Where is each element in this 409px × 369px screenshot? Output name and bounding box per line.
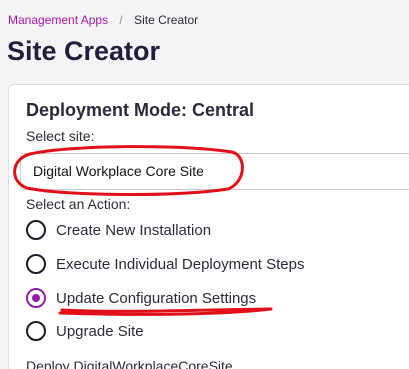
select-action-label: Select an Action: bbox=[26, 196, 131, 212]
radio-button[interactable] bbox=[26, 321, 46, 341]
action-option-upgrade-site[interactable]: Upgrade Site bbox=[26, 321, 144, 341]
deploy-site-text: Deploy DigitalWorkplaceCoreSite bbox=[26, 358, 233, 369]
page-title: Site Creator bbox=[7, 36, 161, 66]
site-select[interactable]: Digital Workplace Core Site bbox=[20, 153, 409, 190]
action-option-label: Update Configuration Settings bbox=[56, 289, 257, 307]
radio-button[interactable] bbox=[26, 220, 46, 240]
action-option-label: Upgrade Site bbox=[56, 322, 144, 340]
action-option-label: Execute Individual Deployment Steps bbox=[56, 255, 305, 273]
radio-button-selected[interactable] bbox=[26, 288, 46, 308]
breadcrumb: Management Apps / Site Creator bbox=[8, 13, 198, 27]
action-option-update-configuration-settings[interactable]: Update Configuration Settings bbox=[26, 288, 256, 308]
deployment-mode-heading: Deployment Mode: Central bbox=[26, 100, 255, 120]
action-option-execute-individual-steps[interactable]: Execute Individual Deployment Steps bbox=[26, 254, 304, 274]
radio-button[interactable] bbox=[26, 254, 46, 274]
site-creator-page: Management Apps / Site Creator Site Crea… bbox=[0, 0, 409, 369]
select-site-label: Select site: bbox=[26, 128, 95, 144]
action-option-label: Create New Installation bbox=[56, 221, 212, 239]
breadcrumb-current: Site Creator bbox=[134, 13, 199, 27]
action-option-create-new-installation[interactable]: Create New Installation bbox=[26, 220, 211, 240]
breadcrumb-link-management-apps[interactable]: Management Apps bbox=[8, 13, 108, 27]
breadcrumb-separator: / bbox=[119, 13, 123, 27]
